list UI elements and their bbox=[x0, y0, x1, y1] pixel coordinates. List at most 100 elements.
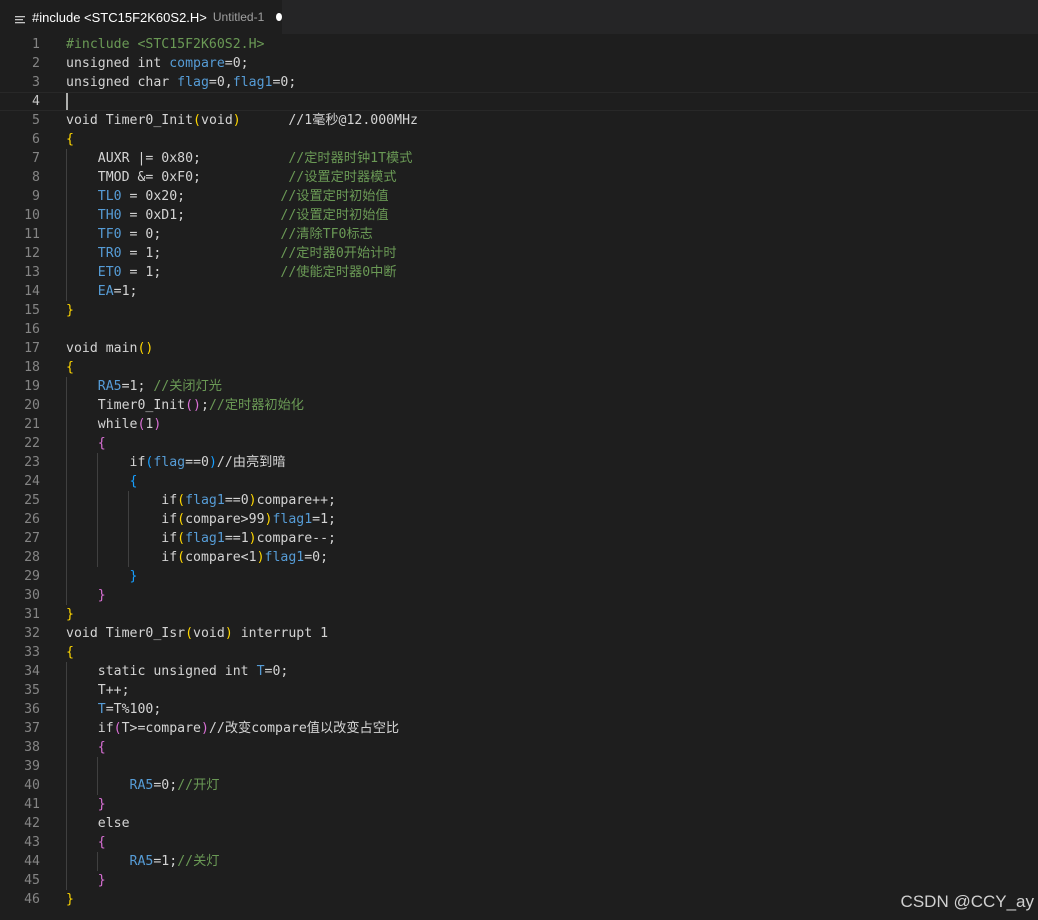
code-text: RA5=1;//关灯 bbox=[66, 852, 220, 871]
line-number: 35 bbox=[24, 683, 40, 698]
code-token: } bbox=[97, 797, 106, 812]
code-line[interactable]: 23 if(flag==0)//由亮到暗 bbox=[0, 453, 1038, 472]
code-token: TR0 bbox=[97, 246, 122, 261]
code-token: ) bbox=[201, 721, 209, 736]
code-line[interactable]: 20 Timer0_Init();//定时器初始化 bbox=[0, 396, 1038, 415]
line-number: 31 bbox=[24, 607, 40, 622]
code-line[interactable]: 36 T=T%100; bbox=[0, 700, 1038, 719]
code-line[interactable]: 21 while(1) bbox=[0, 415, 1038, 434]
code-text: { bbox=[66, 472, 138, 491]
code-line[interactable]: 43 { bbox=[0, 833, 1038, 852]
code-line[interactable]: 12 TR0 = 1; //定时器0开始计时 bbox=[0, 244, 1038, 263]
indent-guide bbox=[97, 453, 99, 567]
code-line[interactable]: 19 RA5=1; //关闭灯光 bbox=[0, 377, 1038, 396]
line-number: 46 bbox=[24, 892, 40, 907]
code-line[interactable]: 3 unsigned char flag=0,flag1=0; bbox=[0, 73, 1038, 92]
code-line[interactable]: 17 void main() bbox=[0, 339, 1038, 358]
code-text: } bbox=[66, 605, 74, 624]
code-line[interactable]: 34 static unsigned int T=0; bbox=[0, 662, 1038, 681]
code-line[interactable]: 16 bbox=[0, 320, 1038, 339]
code-line[interactable]: 7 AUXR |= 0x80; //定时器时钟1T模式 bbox=[0, 149, 1038, 168]
code-line[interactable]: 40 RA5=0;//开灯 bbox=[0, 776, 1038, 795]
text-cursor bbox=[66, 93, 68, 110]
code-line[interactable]: 32 void Timer0_Isr(void) interrupt 1 bbox=[0, 624, 1038, 643]
code-token: //设置定时器模式 bbox=[288, 170, 397, 185]
line-number: 30 bbox=[24, 588, 40, 603]
code-line[interactable]: 29 } bbox=[0, 567, 1038, 586]
code-line[interactable]: 18 { bbox=[0, 358, 1038, 377]
code-token: () bbox=[137, 341, 154, 356]
code-line[interactable]: 9 TL0 = 0x20; //设置定时初始值 bbox=[0, 187, 1038, 206]
code-line[interactable]: 30 } bbox=[0, 586, 1038, 605]
code-line[interactable]: 25 if(flag1==0)compare++; bbox=[0, 491, 1038, 510]
code-line[interactable]: 35 T++; bbox=[0, 681, 1038, 700]
line-number: 37 bbox=[24, 721, 40, 736]
code-token: =0; bbox=[272, 75, 297, 90]
tab-bar: #include <STC15F2K60S2.H> Untitled-1 bbox=[0, 0, 1038, 34]
code-token: ) bbox=[232, 113, 241, 128]
code-line[interactable]: 1 #include <STC15F2K60S2.H> bbox=[0, 35, 1038, 54]
code-token: if bbox=[66, 455, 146, 470]
code-line[interactable]: 13 ET0 = 1; //使能定时器0中断 bbox=[0, 263, 1038, 282]
code-line[interactable]: 31} bbox=[0, 605, 1038, 624]
code-token: () bbox=[185, 398, 201, 413]
editor-tab[interactable]: #include <STC15F2K60S2.H> Untitled-1 bbox=[0, 0, 282, 34]
code-token: if bbox=[66, 493, 178, 508]
code-token: flag1 bbox=[185, 493, 225, 508]
code-line[interactable]: 27 if(flag1==1)compare--; bbox=[0, 529, 1038, 548]
code-line[interactable]: 38 { bbox=[0, 738, 1038, 757]
code-token: ==0 bbox=[224, 493, 249, 508]
code-token: TF0 bbox=[97, 227, 122, 242]
code-token: //使能定时器0中断 bbox=[280, 265, 397, 280]
line-number: 39 bbox=[24, 759, 40, 774]
code-token: #include <STC15F2K60S2.H> bbox=[66, 37, 265, 52]
code-line[interactable]: 11 TF0 = 0; //清除TF0标志 bbox=[0, 225, 1038, 244]
unsaved-dot-icon[interactable] bbox=[276, 13, 282, 21]
code-line[interactable]: 41 } bbox=[0, 795, 1038, 814]
code-text: { bbox=[66, 130, 74, 149]
code-line[interactable]: 45 } bbox=[0, 871, 1038, 890]
code-token: ; bbox=[200, 398, 209, 413]
code-token: static unsigned int bbox=[66, 664, 257, 679]
code-token: ( bbox=[185, 626, 194, 641]
code-token: flag1 bbox=[232, 75, 273, 90]
line-number: 11 bbox=[24, 227, 40, 242]
code-token: { bbox=[97, 740, 106, 755]
code-line[interactable]: 39 bbox=[0, 757, 1038, 776]
code-text: if(flag==0)//由亮到暗 bbox=[66, 453, 286, 472]
code-line[interactable]: 46} bbox=[0, 890, 1038, 909]
code-token: //开灯 bbox=[177, 778, 220, 793]
code-editor[interactable]: 1 #include <STC15F2K60S2.H> 2 unsigned int … bbox=[0, 34, 1038, 920]
code-line[interactable]: 37 if(T>=compare)//改变compare值以改变占空比 bbox=[0, 719, 1038, 738]
code-text: RA5=1; //关闭灯光 bbox=[66, 377, 222, 396]
code-line[interactable]: 14 EA=1; bbox=[0, 282, 1038, 301]
code-token: interrupt 1 bbox=[232, 626, 329, 641]
line-number: 38 bbox=[24, 740, 40, 755]
code-text: void Timer0_Isr(void) interrupt 1 bbox=[66, 624, 328, 643]
code-line[interactable]: 22 { bbox=[0, 434, 1038, 453]
lines-icon bbox=[14, 11, 26, 24]
code-line[interactable]: 5 void Timer0_Init(void) //1毫秒@12.000MHz bbox=[0, 111, 1038, 130]
code-token: compare bbox=[169, 56, 225, 71]
code-line[interactable]: 10 TH0 = 0xD1; //设置定时初始值 bbox=[0, 206, 1038, 225]
code-line[interactable]: 33 { bbox=[0, 643, 1038, 662]
code-line[interactable]: 2 unsigned int compare=0; bbox=[0, 54, 1038, 73]
code-line[interactable]: 8 TMOD &= 0xF0; //设置定时器模式 bbox=[0, 168, 1038, 187]
code-line[interactable]: 26 if(compare>99)flag1=1; bbox=[0, 510, 1038, 529]
code-line[interactable]: 28 if(compare<1)flag1=0; bbox=[0, 548, 1038, 567]
line-number: 15 bbox=[24, 303, 40, 318]
code-line[interactable]: 42 else bbox=[0, 814, 1038, 833]
code-line[interactable]: 4 bbox=[0, 92, 1038, 111]
code-line[interactable]: 24 { bbox=[0, 472, 1038, 491]
code-token: = 0xD1; bbox=[121, 208, 281, 223]
code-text: while(1) bbox=[66, 415, 162, 434]
code-line[interactable]: 44 RA5=1;//关灯 bbox=[0, 852, 1038, 871]
code-line[interactable]: 15} bbox=[0, 301, 1038, 320]
code-token: compare>99 bbox=[185, 512, 265, 527]
code-text: AUXR |= 0x80; //定时器时钟1T模式 bbox=[66, 149, 413, 168]
code-line[interactable]: 6{ bbox=[0, 130, 1038, 149]
line-number: 14 bbox=[24, 284, 40, 299]
